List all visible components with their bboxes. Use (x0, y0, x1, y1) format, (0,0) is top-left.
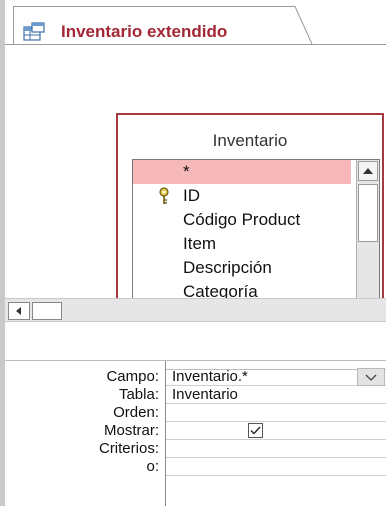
row-label-tabla: Tabla: (118, 386, 159, 403)
row-label-criterios: Criterios: (98, 440, 159, 457)
row-label-o: o: (146, 458, 159, 475)
row-label-orden: Orden: (113, 404, 159, 421)
table-name[interactable]: Inventario (118, 131, 382, 151)
campo-dropdown-button[interactable] (357, 368, 385, 386)
checkmark-icon (250, 426, 261, 435)
scroll-up-icon (363, 168, 373, 174)
row-label-mostrar: Mostrar: (103, 422, 159, 439)
query-design-grid: Campo: Tabla: Orden: Mostrar: Criterios:… (5, 361, 386, 506)
field-item[interactable]: Item (133, 232, 351, 256)
o-cell[interactable] (166, 458, 386, 476)
field-descripcion[interactable]: Descripción (133, 256, 351, 280)
field-label: Item (183, 234, 217, 253)
scroll-up-button[interactable] (358, 161, 378, 181)
orden-cell[interactable] (166, 404, 386, 422)
tab-title: Inventario extendido (61, 22, 228, 41)
design-area-horizontal-scrollbar[interactable] (5, 298, 386, 322)
field-label: ID (183, 186, 200, 205)
grid-column-1: Inventario.* Inventario (165, 361, 386, 506)
field-codigo-producto[interactable]: Código Product (133, 208, 351, 232)
horizontal-scroll-thumb[interactable] (32, 302, 62, 320)
tab-inventario-extendido[interactable]: Inventario extendido (13, 6, 313, 44)
field-all[interactable]: * (133, 160, 351, 184)
chevron-down-icon (365, 374, 377, 381)
row-label-campo: Campo: (106, 368, 159, 385)
scroll-left-button[interactable] (8, 302, 30, 320)
pane-splitter[interactable] (5, 322, 386, 361)
field-label: Código Product (183, 210, 301, 229)
document-tab-strip: Inventario extendido (5, 0, 386, 45)
campo-value: Inventario.* (172, 368, 248, 385)
query-icon (23, 22, 45, 42)
field-id[interactable]: ID (133, 184, 351, 208)
query-design-window: Inventario extendido Inventario * ID Cód… (0, 0, 386, 506)
scroll-thumb[interactable] (358, 184, 378, 242)
tabla-value: Inventario (172, 386, 238, 403)
table-design-area[interactable]: Inventario * ID Código Product Item Desc… (5, 45, 386, 343)
campo-cell[interactable]: Inventario.* (166, 368, 386, 386)
field-label: Descripción (183, 258, 272, 277)
mostrar-checkbox[interactable] (248, 423, 263, 438)
field-label: * (183, 162, 190, 181)
tabla-cell[interactable]: Inventario (166, 386, 386, 404)
mostrar-cell[interactable] (166, 422, 386, 440)
criterios-cell[interactable] (166, 440, 386, 458)
scroll-left-icon (16, 307, 21, 315)
